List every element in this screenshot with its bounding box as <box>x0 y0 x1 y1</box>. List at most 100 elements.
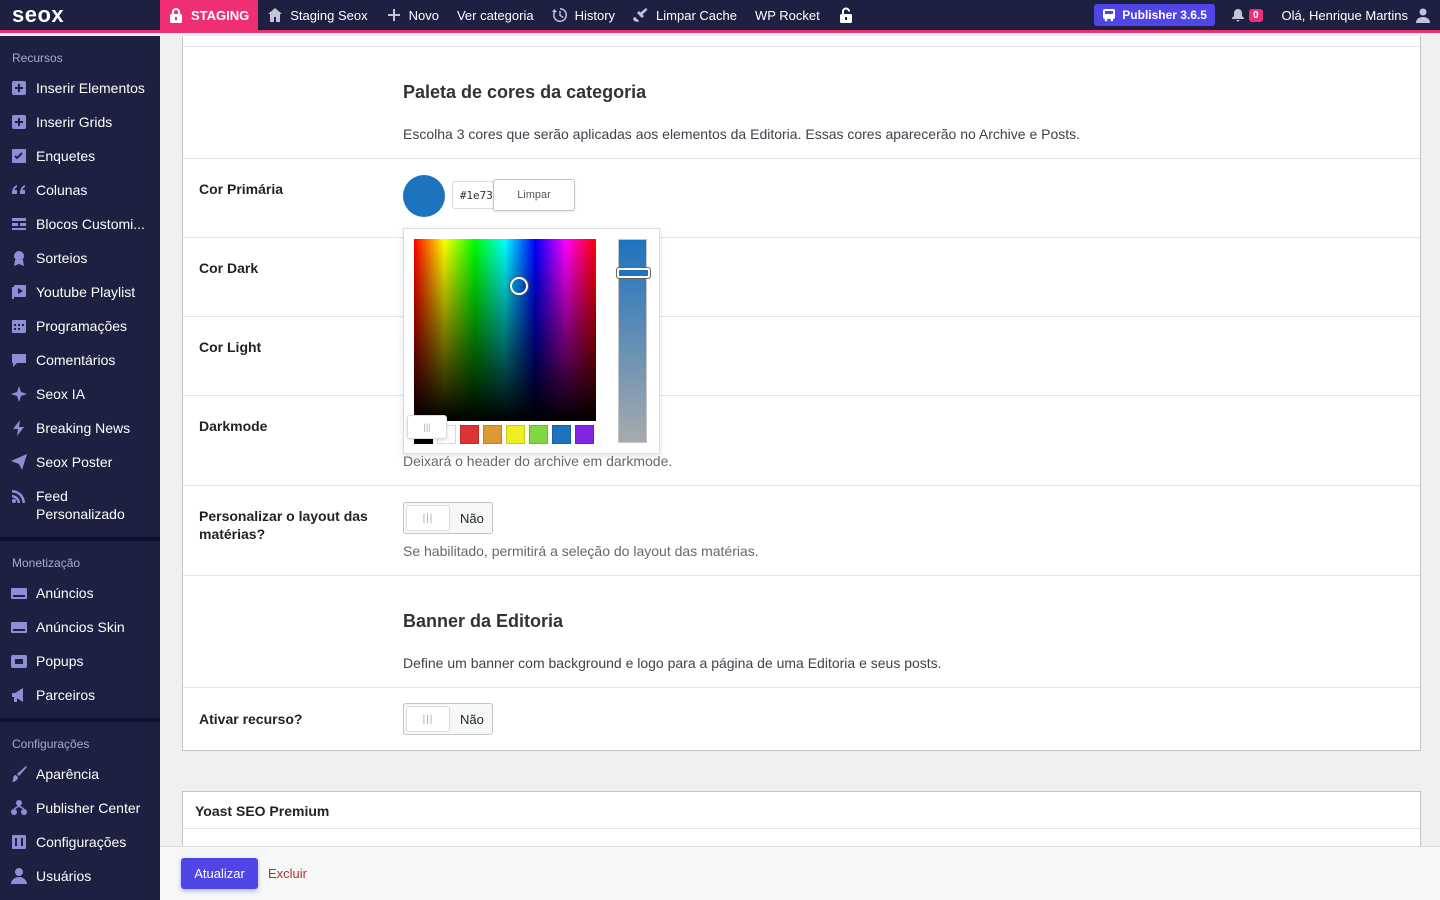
sidebar-item-usuarios[interactable]: Usuários <box>0 859 160 893</box>
user-menu[interactable]: Olá, Henrique Martins <box>1273 0 1440 32</box>
palette-swatch[interactable] <box>483 425 502 444</box>
color-picker-popup: ||| <box>403 228 660 454</box>
delete-link[interactable]: Excluir <box>268 866 307 881</box>
bell-icon <box>1231 9 1244 22</box>
main-content: Paleta de cores da categoria Escolha 3 c… <box>160 36 1440 846</box>
divider <box>183 828 1420 829</box>
sidebar-item-label: Configurações <box>36 834 127 850</box>
sidebar-item-breaking-news[interactable]: Breaking News <box>0 411 160 445</box>
sidebar-item-youtube-playlist[interactable]: Youtube Playlist <box>0 275 160 309</box>
palette-swatch[interactable] <box>529 425 548 444</box>
sidebar-item-label: Usuários <box>36 868 92 884</box>
sidebar-item-label: Aparência <box>36 766 100 782</box>
bus-icon <box>1103 9 1116 22</box>
comment-icon <box>12 354 26 367</box>
darkmode-toggle[interactable]: ||| <box>407 415 447 439</box>
layout-toggle[interactable]: ||| Não <box>403 502 493 534</box>
darkmode-label: Darkmode <box>199 418 268 434</box>
bolt-icon <box>13 420 24 436</box>
update-button[interactable]: Atualizar <box>181 858 258 889</box>
dark-color-label: Cor Dark <box>199 260 259 276</box>
palette-swatch[interactable] <box>506 425 525 444</box>
sidebar-item-label: Inserir Elementos <box>36 80 145 96</box>
sidebar-item-feed-personalizado[interactable]: Feed Personalizado <box>0 479 160 531</box>
new-content-link[interactable]: Novo <box>377 0 448 32</box>
sidebar-item-seox-ia[interactable]: Seox IA <box>0 377 160 411</box>
sparkle-icon <box>11 386 27 402</box>
sidebar-item-label: Blocos Customi... <box>36 216 145 232</box>
primary-color-swatch[interactable] <box>403 175 445 217</box>
sidebar-item-parceiros[interactable]: Parceiros <box>0 678 160 712</box>
ad-icon <box>11 588 27 599</box>
view-category-link[interactable]: Ver categoria <box>448 0 543 32</box>
light-color-label: Cor Light <box>199 339 262 355</box>
banner-description: Define um banner com background e logo p… <box>403 655 942 671</box>
playlist-icon <box>12 285 26 299</box>
history-link[interactable]: History <box>543 0 624 32</box>
clear-cache-link[interactable]: Limpar Cache <box>624 0 746 32</box>
wp-rocket-link[interactable]: WP Rocket <box>746 0 829 32</box>
admin-bar: seox STAGING Staging Seox Novo Ver categ… <box>0 0 1440 33</box>
grid-plus-icon <box>12 115 26 129</box>
sidebar-item-publisher-center[interactable]: Publisher Center <box>0 791 160 825</box>
site-name-link[interactable]: Staging Seox <box>258 0 376 32</box>
activate-toggle[interactable]: ||| Não <box>403 703 493 735</box>
sidebar-section-settings: Configurações <box>12 737 90 751</box>
sidebar-item-seox-poster[interactable]: Seox Poster <box>0 445 160 479</box>
layout-description: Se habilitado, permitirá a seleção do la… <box>403 543 759 559</box>
award-icon <box>14 251 24 266</box>
network-icon <box>11 800 27 815</box>
color-hue-slider[interactable] <box>617 239 650 443</box>
clear-color-button[interactable]: Limpar <box>493 179 575 211</box>
poll-icon <box>12 149 26 163</box>
sidebar-item-label: Popups <box>36 653 84 669</box>
unlock-link[interactable] <box>829 0 863 32</box>
palette-swatch[interactable] <box>552 425 571 444</box>
sidebar-item-programacoes[interactable]: Programações <box>0 309 160 343</box>
notifications-button[interactable]: 0 <box>1225 8 1273 22</box>
sidebar-item-label: Anúncios <box>36 585 94 601</box>
sidebar-item-inserir-elementos[interactable]: Inserir Elementos <box>0 71 160 105</box>
sidebar-item-label: Youtube Playlist <box>36 284 136 300</box>
history-icon <box>551 7 567 22</box>
quote-icon <box>12 185 25 194</box>
sidebar-item-blocos-customi[interactable]: Blocos Customi... <box>0 207 160 241</box>
activate-row: Ativar recurso? ||| Não <box>183 687 1420 750</box>
sidebar-item-anuncios-skin[interactable]: Anúncios Skin <box>0 610 160 644</box>
edit-footer: Atualizar Excluir <box>160 846 1440 900</box>
layout-row: Personalizar o layout das matérias? ||| … <box>183 485 1420 575</box>
notification-count: 0 <box>1248 8 1263 22</box>
palette-swatch[interactable] <box>575 425 594 444</box>
sidebar-item-label: Publisher Center <box>36 800 141 816</box>
sidebar-item-comentarios[interactable]: Comentários <box>0 343 160 377</box>
palette-swatch[interactable] <box>460 425 479 444</box>
ad-skin-icon <box>11 622 27 633</box>
yoast-title[interactable]: Yoast SEO Premium <box>195 803 329 819</box>
send-icon <box>11 454 27 470</box>
sidebar-item-anuncios[interactable]: Anúncios <box>0 576 160 610</box>
sidebar-item-configuracoes[interactable]: Configurações <box>0 825 160 859</box>
sidebar-item-enquetes[interactable]: Enquetes <box>0 139 160 173</box>
calendar-icon <box>12 320 26 333</box>
sidebar-item-label: Breaking News <box>36 420 131 436</box>
broom-icon <box>633 8 648 22</box>
sidebar-item-label: Comentários <box>36 352 116 368</box>
sidebar-item-colunas[interactable]: Colunas <box>0 173 160 207</box>
toggle-knob: ||| <box>406 505 450 531</box>
staging-badge[interactable]: STAGING <box>160 0 259 32</box>
banner-section: Banner da Editoria Define um banner com … <box>183 575 1420 687</box>
sidebar-item-aparencia[interactable]: Aparência <box>0 757 160 791</box>
publisher-version-button[interactable]: Publisher 3.6.5 <box>1094 4 1215 26</box>
admin-sidebar: Recursos Inserir Elementos Inserir Grids E… <box>0 36 160 900</box>
sidebar-item-popups[interactable]: Popups <box>0 644 160 678</box>
site-logo[interactable]: seox <box>0 0 160 32</box>
hue-slider-handle[interactable] <box>617 268 650 278</box>
color-saturation-area[interactable] <box>414 239 596 421</box>
primary-color-row: Cor Primária #1e73be Limpar <box>183 158 1420 237</box>
unlock-icon <box>839 7 852 23</box>
sidebar-item-inserir-grids[interactable]: Inserir Grids <box>0 105 160 139</box>
color-picker-handle[interactable] <box>510 277 528 295</box>
sidebar-item-sorteios[interactable]: Sorteios <box>0 241 160 275</box>
palette-title: Paleta de cores da categoria <box>403 82 647 102</box>
user-avatar-icon <box>1416 8 1430 23</box>
